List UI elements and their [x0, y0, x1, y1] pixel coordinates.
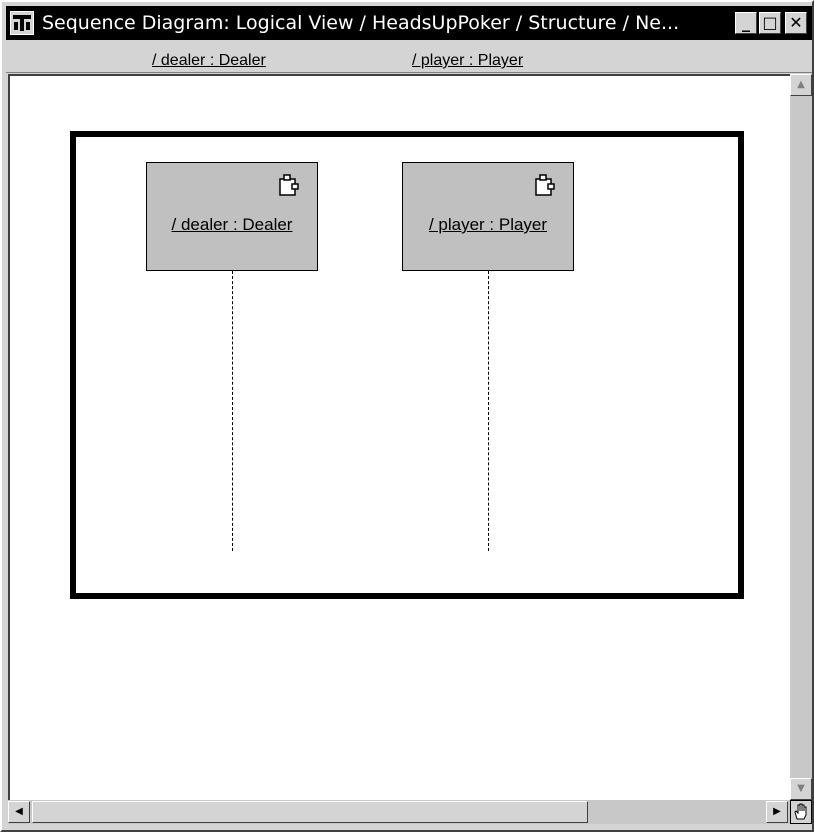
lifeline-label-dealer: / dealer : Dealer: [171, 215, 293, 234]
header-label-dealer[interactable]: / dealer : Dealer: [152, 52, 266, 70]
component-icon: [279, 174, 299, 196]
lifeline-header-row: / dealer : Dealer / player : Player: [6, 42, 812, 73]
lifeline-dashed-line-dealer: [232, 271, 233, 551]
lifeline-dealer[interactable]: / dealer : Dealer: [146, 162, 318, 271]
minimize-button[interactable]: _: [735, 12, 757, 34]
scroll-up-arrow-icon[interactable]: ▲: [790, 74, 812, 96]
lifeline-player[interactable]: / player : Player: [402, 162, 574, 271]
sequence-diagram-window: Sequence Diagram: Logical View / HeadsUp…: [0, 0, 814, 832]
component-icon: [535, 174, 555, 196]
scroll-right-arrow-icon[interactable]: ▶: [766, 801, 788, 823]
vertical-scrollbar[interactable]: ▲ ▼: [790, 74, 812, 800]
diagram-canvas[interactable]: / dealer : Dealer / player : Player: [8, 74, 792, 802]
scroll-down-arrow-icon[interactable]: ▼: [790, 778, 812, 800]
lifeline-label-player: / player : Player: [428, 215, 548, 234]
maximize-button[interactable]: □: [759, 12, 781, 34]
title-bar[interactable]: Sequence Diagram: Logical View / HeadsUp…: [6, 6, 812, 40]
lifeline-dashed-line-player: [488, 271, 489, 551]
scroll-left-arrow-icon[interactable]: ◀: [8, 801, 30, 823]
horizontal-scroll-thumb[interactable]: [32, 801, 588, 823]
app-icon[interactable]: [10, 11, 34, 35]
close-button[interactable]: ✕: [785, 12, 807, 34]
header-label-player[interactable]: / player : Player: [412, 52, 523, 70]
hand-pan-icon[interactable]: [790, 800, 812, 824]
horizontal-scrollbar[interactable]: ◀ ▶: [8, 800, 790, 824]
window-title: Sequence Diagram: Logical View / HeadsUp…: [42, 12, 680, 34]
